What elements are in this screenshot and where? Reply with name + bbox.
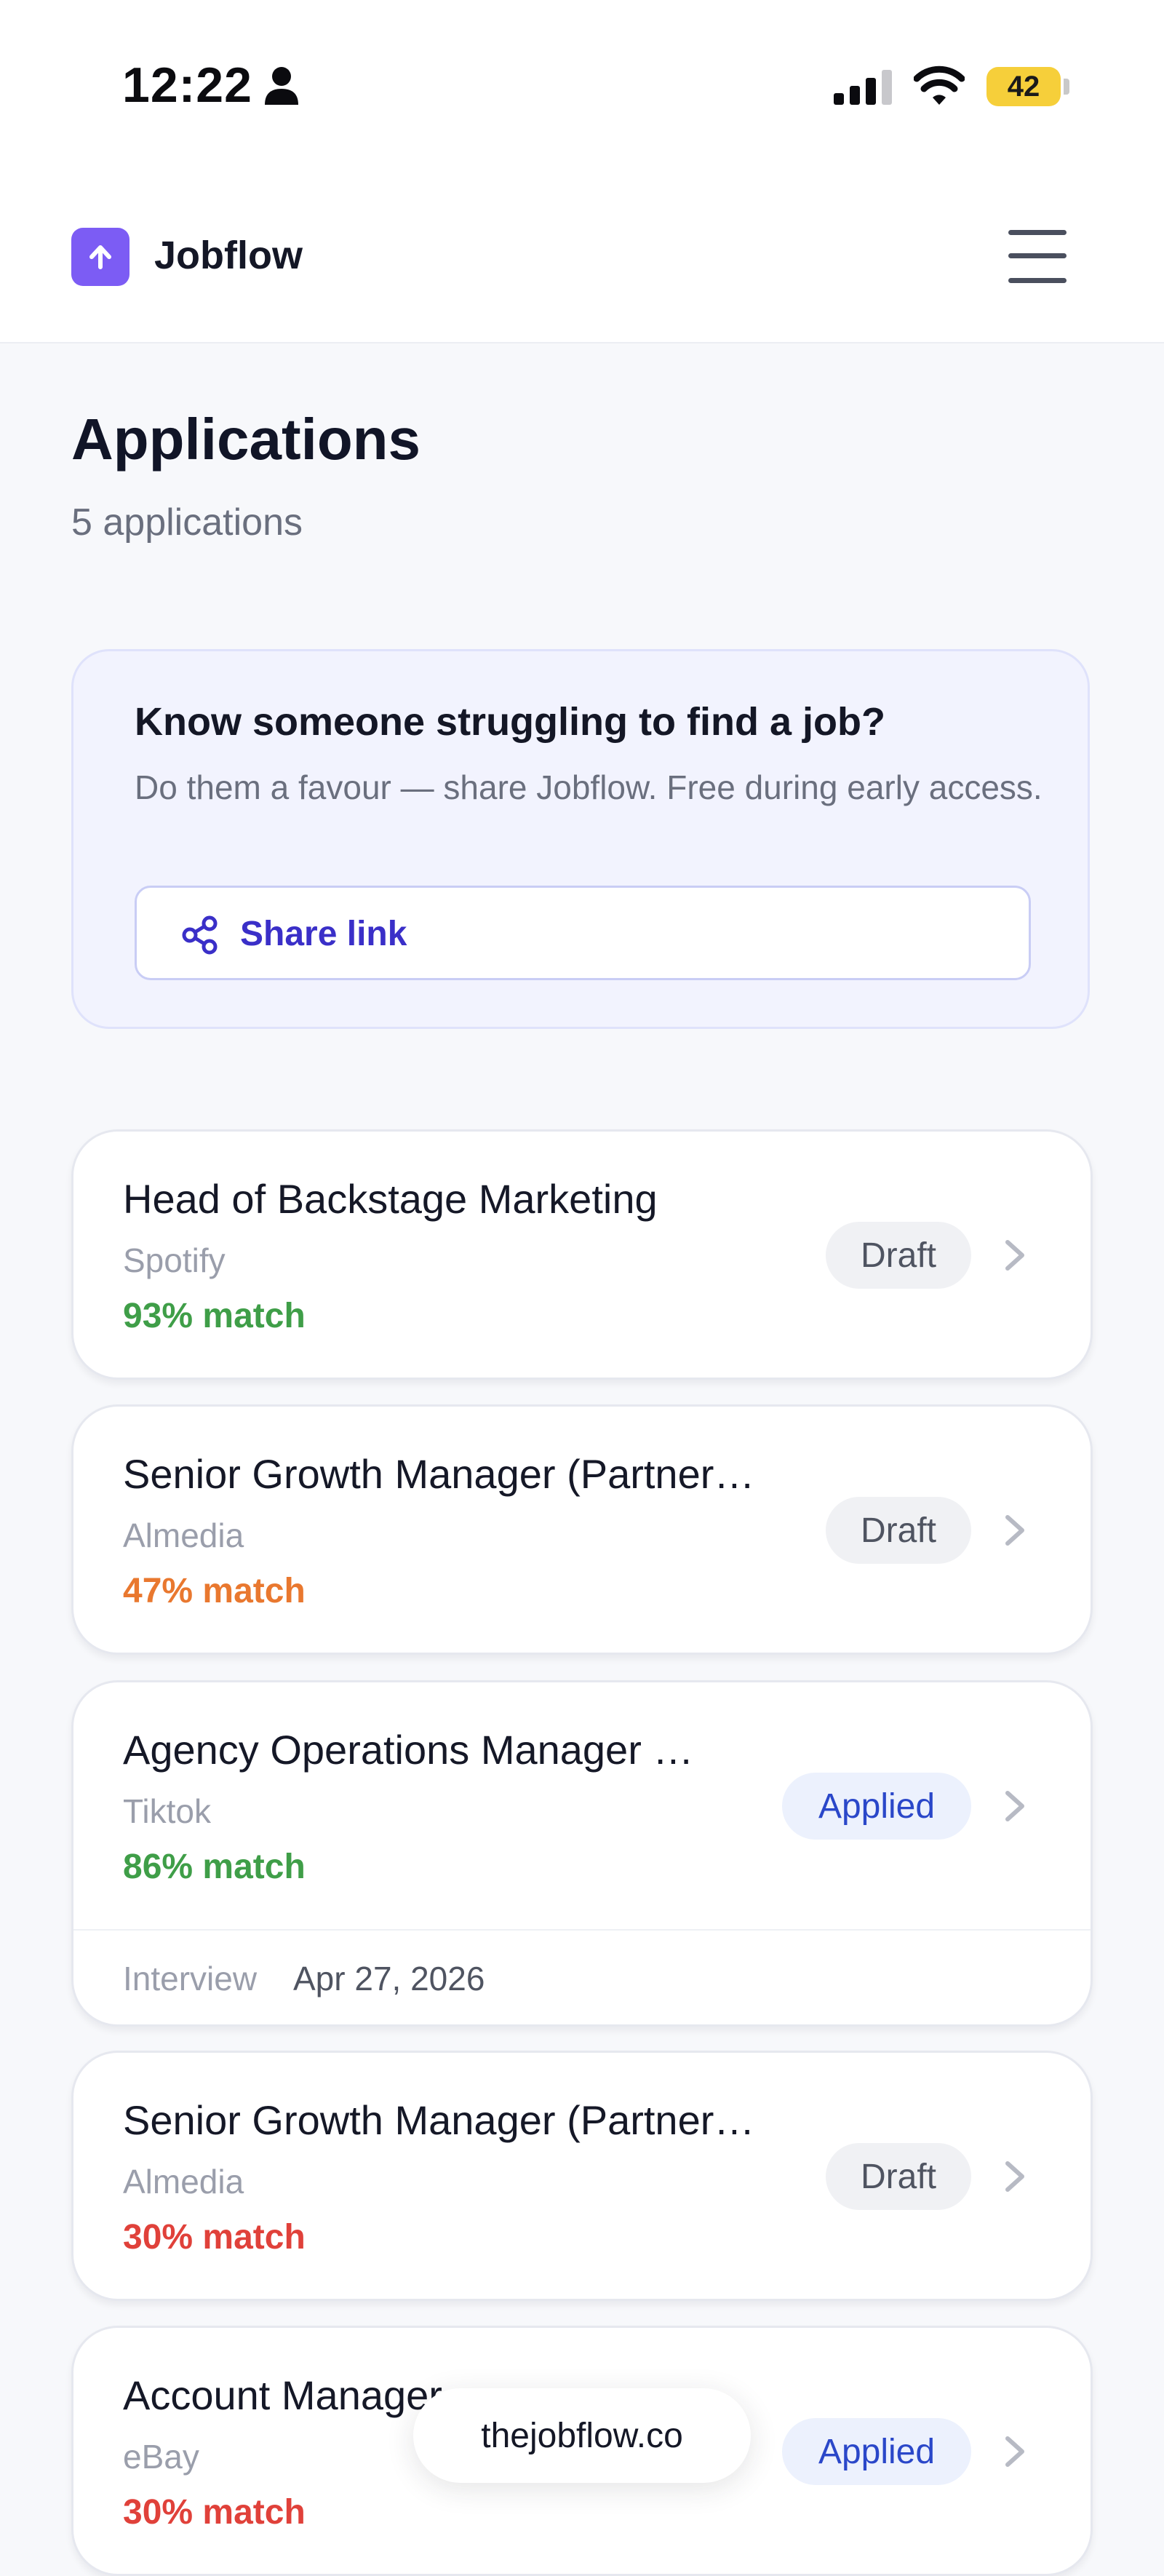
url-pill[interactable]: thejobflow.co [413,2388,751,2483]
share-card-text: Do them a favour — share Jobflow. Free d… [135,768,1043,806]
share-link-label: Share link [240,915,407,953]
application-card[interactable]: Agency Operations Manager … Tiktok 86% m… [71,1680,1093,2027]
battery-indicator: 42 [986,67,1061,106]
status-badge: Draft [826,1222,971,1289]
jobflow-logo[interactable] [71,228,129,286]
arrow-up-icon [89,245,111,269]
person-icon [265,67,298,105]
cellular-signal-icon [834,70,892,105]
status-badge: Applied [782,1773,971,1840]
interview-label: Interview [123,1960,258,1997]
status-badge: Draft [826,2143,971,2210]
app-header: Jobflow [0,175,1164,343]
application-card[interactable]: Senior Growth Manager (Partner… Almedia … [71,1404,1093,1655]
company-name: Almedia [123,1516,244,1554]
match-score: 86% match [123,1848,306,1886]
job-title: Senior Growth Manager (Partner… [123,1451,755,1497]
job-title: Head of Backstage Marketing [123,1176,658,1222]
share-link-button[interactable]: Share link [135,886,1031,980]
page-title: Applications [71,407,421,472]
match-score: 93% match [123,1297,306,1335]
company-name: Almedia [123,2163,244,2201]
wifi-icon [914,65,965,105]
company-name: Tiktok [123,1792,211,1830]
application-card[interactable]: Senior Growth Manager (Partner… Almedia … [71,2051,1093,2301]
chevron-right-icon[interactable] [1002,2158,1028,2195]
chevron-right-icon[interactable] [1002,1236,1028,1274]
job-title: Senior Growth Manager (Partner… [123,2097,755,2143]
job-title: Account Manager [123,2372,442,2418]
applications-count: 5 applications [71,501,303,544]
share-promo-card: Know someone struggling to find a job? D… [71,649,1090,1029]
match-score: 30% match [123,2493,306,2532]
status-badge: Draft [826,1497,971,1564]
hamburger-menu-icon[interactable] [1005,226,1069,288]
status-bar: 12:22 42 [0,0,1164,175]
chevron-right-icon[interactable] [1002,1511,1028,1549]
match-score: 30% match [123,2218,306,2257]
interview-date: Apr 27, 2026 [293,1960,485,1997]
company-name: Spotify [123,1241,226,1279]
card-divider [73,1929,1091,1931]
status-badge: Applied [782,2418,971,2485]
status-time: 12:22 [122,57,252,113]
application-card[interactable]: Head of Backstage Marketing Spotify 93% … [71,1129,1093,1380]
chevron-right-icon[interactable] [1002,2433,1028,2470]
share-card-title: Know someone struggling to find a job? [135,700,885,744]
brand-name[interactable]: Jobflow [154,233,303,278]
match-score: 47% match [123,1572,306,1610]
share-icon [182,915,218,955]
chevron-right-icon[interactable] [1002,1787,1028,1825]
company-name: eBay [123,2438,199,2476]
job-title: Agency Operations Manager … [123,1727,694,1773]
battery-cap [1064,79,1069,95]
